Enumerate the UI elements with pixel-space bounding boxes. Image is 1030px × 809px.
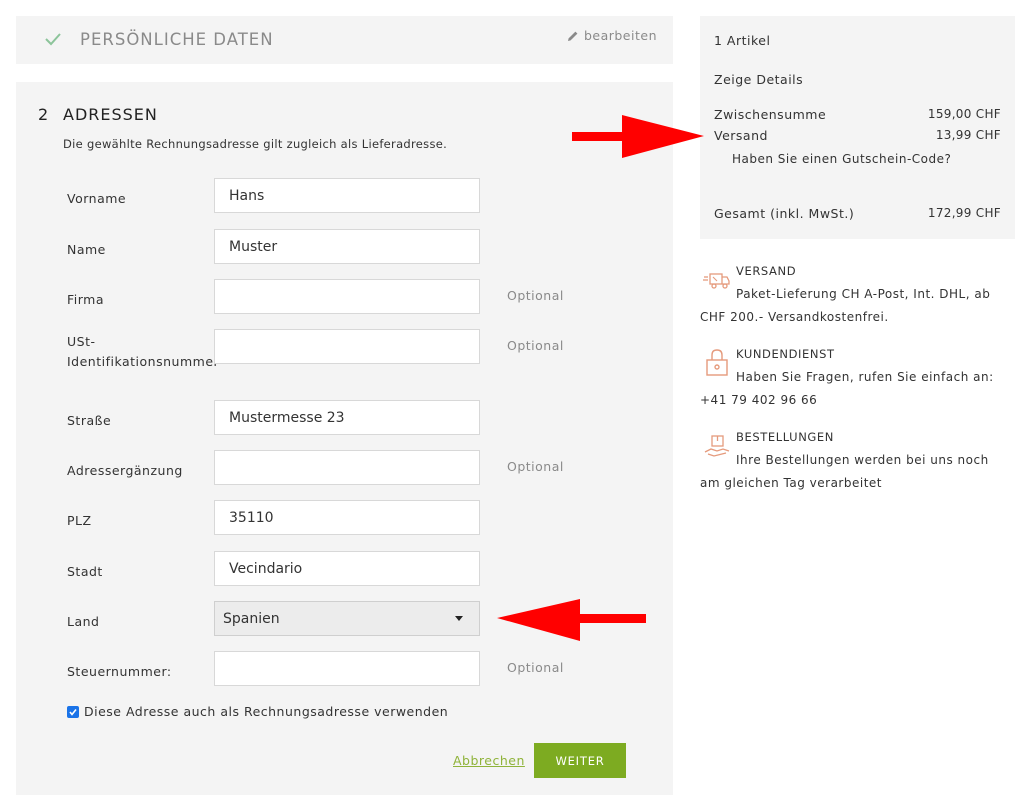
land-label: Land <box>67 614 100 629</box>
edit-personal-data-link[interactable]: bearbeiten <box>567 28 657 43</box>
firma-optional-hint: Optional <box>507 288 564 303</box>
billing-address-option: Diese Adresse auch als Rechnungsadresse … <box>67 704 448 719</box>
total-value: 172,99 CHF <box>927 206 1001 220</box>
order-summary: 1 Artikel Zeige Details Zwischensumme 15… <box>700 16 1015 239</box>
shipping-label: Versand <box>714 128 768 143</box>
ust-input[interactable] <box>214 329 480 364</box>
caret-down-icon <box>455 616 463 621</box>
billing-address-checkbox[interactable] <box>67 705 79 718</box>
plz-input[interactable] <box>214 500 480 535</box>
zusatz-input[interactable] <box>214 450 480 485</box>
billing-address-label: Diese Adresse auch als Rechnungsadresse … <box>84 704 449 719</box>
zusatz-optional-hint: Optional <box>507 459 564 474</box>
support-info-line1: Haben Sie Fragen, rufen Sie einfach an: <box>736 370 994 384</box>
vorname-input[interactable] <box>214 178 480 213</box>
steuer-input[interactable] <box>214 651 480 686</box>
orders-info-title: BESTELLUNGEN <box>736 430 834 444</box>
show-details-link[interactable]: Zeige Details <box>714 72 803 87</box>
plz-label: PLZ <box>67 513 92 528</box>
firma-label: Firma <box>67 292 105 307</box>
shipping-info-line1: Paket-Lieferung CH A-Post, Int. DHL, ab <box>736 287 991 301</box>
annotation-arrow-left <box>497 599 646 641</box>
strasse-label: Straße <box>67 413 112 428</box>
shipping-value: 13,99 CHF <box>935 128 1001 142</box>
personal-data-step: PERSÖNLICHE DATEN bearbeiten <box>16 16 673 64</box>
next-button[interactable]: WEITER <box>534 743 626 778</box>
step-number: 2 <box>38 105 50 124</box>
name-input[interactable] <box>214 229 480 264</box>
subtotal-value: 159,00 CHF <box>927 107 1001 121</box>
vorname-label: Vorname <box>67 191 127 206</box>
shipping-info-line2: CHF 200.- Versandkostenfrei. <box>700 310 889 324</box>
pencil-icon <box>567 31 578 41</box>
personal-data-title: PERSÖNLICHE DATEN <box>80 30 274 49</box>
field-row-stadt: Stadt <box>16 551 673 587</box>
package-hand-icon <box>704 435 730 457</box>
field-row-name: Name <box>16 229 673 265</box>
checkmark-icon <box>45 33 61 46</box>
field-row-vorname: Vorname <box>16 178 673 214</box>
field-row-zusatz: Adressergänzung Optional <box>16 450 673 486</box>
land-selected-value: Spanien <box>223 610 280 627</box>
stadt-label: Stadt <box>67 564 103 579</box>
delivery-truck-icon <box>703 273 730 289</box>
field-row-strasse: Straße <box>16 400 673 436</box>
ust-label: USt-Identifikationsnummer <box>67 334 220 369</box>
stadt-input[interactable] <box>214 551 480 586</box>
steuer-optional-hint: Optional <box>507 660 564 675</box>
steuer-label: Steuernummer: <box>67 664 172 679</box>
field-row-steuer: Steuernummer: Optional <box>16 651 673 687</box>
land-select[interactable]: Spanien <box>214 601 480 636</box>
support-phone-number: +41 79 402 96 66 <box>700 393 818 407</box>
total-label: Gesamt (inkl. MwSt.) <box>714 206 855 221</box>
firma-input[interactable] <box>214 279 480 314</box>
coupon-code-link[interactable]: Haben Sie einen Gutschein-Code? <box>732 152 951 166</box>
field-row-ust: USt-Identifikationsnummer Optional <box>16 329 673 369</box>
field-row-plz: PLZ <box>16 500 673 536</box>
address-title: ADRESSEN <box>63 105 158 124</box>
items-count: 1 Artikel <box>714 33 771 48</box>
checkbox-check-icon <box>69 708 77 716</box>
name-label: Name <box>67 242 106 257</box>
orders-info-line1: Ihre Bestellungen werden bei uns noch <box>736 453 989 467</box>
annotation-arrow-right <box>572 115 704 158</box>
lock-icon <box>706 349 728 376</box>
shipping-info-title: VERSAND <box>736 264 797 278</box>
address-step: 2 ADRESSEN Die gewählte Rechnungsadresse… <box>16 82 673 795</box>
cancel-link[interactable]: Abbrechen <box>453 753 525 768</box>
field-row-firma: Firma Optional <box>16 279 673 315</box>
ust-optional-hint: Optional <box>507 338 564 353</box>
strasse-input[interactable] <box>214 400 480 435</box>
subtotal-label: Zwischensumme <box>714 107 827 122</box>
address-description: Die gewählte Rechnungsadresse gilt zugle… <box>63 137 448 151</box>
orders-info-line2: am gleichen Tag verarbeitet <box>700 476 882 490</box>
zusatz-label: Adressergänzung <box>67 463 183 478</box>
edit-label: bearbeiten <box>583 28 657 43</box>
support-info-title: KUNDENDIENST <box>736 347 835 361</box>
